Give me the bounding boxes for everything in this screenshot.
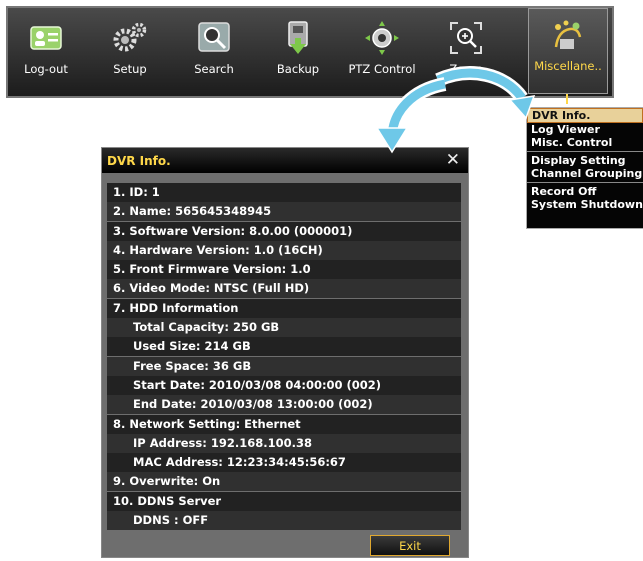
miscellaneous-menu: DVR Info. Log Viewer Misc. Control Displ… <box>526 107 643 229</box>
info-row-name: 2. Name: 565645348945 <box>107 202 461 222</box>
menu-item-system-shutdown[interactable]: System Shutdown <box>527 198 643 211</box>
logout-label: Log-out <box>24 62 68 76</box>
menu-item-channel-grouping[interactable]: Channel Grouping <box>527 167 643 180</box>
info-row-front-firmware: 5. Front Firmware Version: 1.0 <box>107 260 461 280</box>
info-row-video-mode: 6. Video Mode: NTSC (Full HD) <box>107 279 461 299</box>
menu-item-display-setting[interactable]: Display Setting <box>527 154 643 167</box>
zoom-button[interactable]: Zoom <box>432 12 500 94</box>
info-row-ip-address: IP Address: 192.168.100.38 <box>107 433 461 453</box>
zoom-icon <box>450 22 482 54</box>
backup-label: Backup <box>276 62 320 76</box>
miscellaneous-button[interactable]: Miscellane.. <box>528 8 608 94</box>
info-row-ddns-status: DDNS : OFF <box>107 511 461 531</box>
exit-button[interactable]: Exit <box>370 535 450 556</box>
close-icon[interactable]: ✕ <box>446 151 460 169</box>
backup-button[interactable]: Backup <box>264 12 332 94</box>
search-button[interactable]: Search <box>180 12 248 94</box>
info-row-hdd-information: 7. HDD Information <box>107 298 461 318</box>
search-label: Search <box>194 62 234 76</box>
gears-icon <box>113 22 147 52</box>
main-toolbar: Log-out Setup Search Backup PTZ Control … <box>6 6 614 98</box>
dialog-title-bar: DVR Info. ✕ <box>102 148 468 173</box>
info-row-start-date: Start Date: 2010/03/08 04:00:00 (002) <box>107 375 461 395</box>
user-card-icon <box>30 26 62 50</box>
ptz-control-label: PTZ Control <box>348 62 416 76</box>
backup-icon <box>288 21 308 54</box>
menu-item-misc-control[interactable]: Misc. Control <box>527 136 643 149</box>
info-row-ddns-server: 10. DDNS Server <box>107 491 461 511</box>
info-row-overwrite: 9. Overwrite: On <box>107 472 461 492</box>
magnifier-icon <box>198 22 230 52</box>
logout-button[interactable]: Log-out <box>12 12 80 94</box>
menu-item-log-viewer[interactable]: Log Viewer <box>527 123 643 136</box>
miscellaneous-label: Miscellane.. <box>534 59 602 73</box>
info-row-id: 1. ID: 1 <box>107 183 461 202</box>
setup-button[interactable]: Setup <box>96 12 164 94</box>
menu-divider <box>527 182 643 183</box>
info-row-software-version: 3. Software Version: 8.0.00 (000001) <box>107 221 461 241</box>
info-row-network-setting: 8. Network Setting: Ethernet <box>107 414 461 434</box>
setup-label: Setup <box>113 62 147 76</box>
dvr-info-dialog: DVR Info. ✕ 1. ID: 1 2. Name: 5656453489… <box>101 147 469 558</box>
info-row-used-size: Used Size: 214 GB <box>107 337 461 357</box>
menu-item-record-off[interactable]: Record Off <box>527 185 643 198</box>
info-row-hardware-version: 4. Hardware Version: 1.0 (16CH) <box>107 240 461 260</box>
menu-item-dvr-info[interactable]: DVR Info. <box>527 108 643 123</box>
zoom-label: Zoom <box>449 62 483 76</box>
dialog-title: DVR Info. <box>107 154 171 168</box>
misc-icon <box>554 20 582 49</box>
info-row-total-capacity: Total Capacity: 250 GB <box>107 318 461 338</box>
info-row-mac-address: MAC Address: 12:23:34:45:56:67 <box>107 453 461 473</box>
info-list: 1. ID: 1 2. Name: 565645348945 3. Softwa… <box>107 183 461 531</box>
info-row-free-space: Free Space: 36 GB <box>107 356 461 376</box>
menu-divider <box>527 151 643 152</box>
ptz-camera-icon <box>365 21 399 55</box>
info-row-end-date: End Date: 2010/03/08 13:00:00 (002) <box>107 395 461 415</box>
ptz-control-button[interactable]: PTZ Control <box>348 12 416 94</box>
